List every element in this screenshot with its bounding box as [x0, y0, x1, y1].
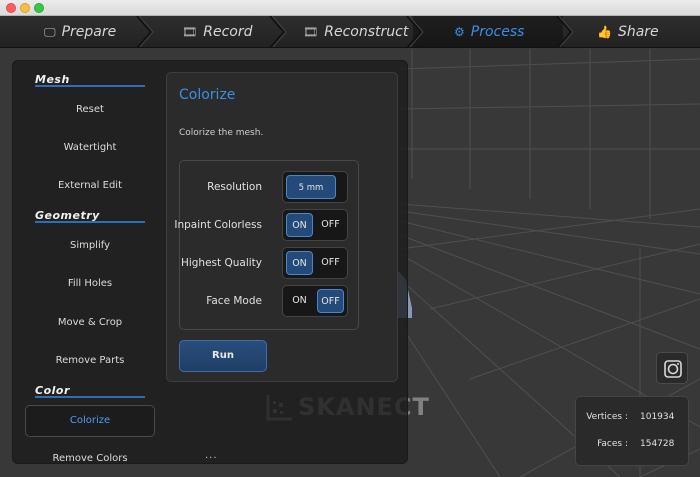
gears-icon: ⚙: [454, 25, 465, 39]
monitor-icon: 🖵: [44, 24, 56, 39]
more-items-indicator[interactable]: ···: [205, 453, 218, 464]
step-tab-label: Prepare: [61, 24, 117, 40]
toggle-off[interactable]: OFF: [317, 251, 344, 275]
resolution-value: 5 mm: [286, 175, 336, 199]
faces-value: 154728: [640, 439, 675, 449]
nav-item-move-crop[interactable]: Move & Crop: [25, 317, 155, 328]
film-icon: 🎞: [303, 25, 319, 39]
process-panel: Mesh Reset Watertight External Edit Geom…: [12, 60, 408, 464]
workflow-steps-bar: 🖵 Prepare 🎞 Record 🎞 Reconstruct ⚙ Proce…: [0, 16, 700, 48]
toggle-on[interactable]: ON: [286, 251, 313, 275]
vertices-label: Vertices :: [586, 412, 628, 422]
camera-icon: [664, 360, 682, 378]
face-mode-toggle[interactable]: ON OFF: [282, 285, 348, 317]
toggle-on[interactable]: ON: [286, 289, 313, 313]
nav-item-colorize[interactable]: Colorize: [25, 405, 155, 437]
section-divider: [35, 221, 145, 223]
colorize-panel: Colorize Colorize the mesh. Resolution 5…: [166, 72, 398, 382]
highest-quality-label: Highest Quality: [180, 257, 262, 269]
step-tab-label: Process: [470, 24, 525, 40]
mesh-stats-panel: Vertices : 101934 Faces : 154728: [575, 396, 689, 466]
step-tab-label: Reconstruct: [324, 24, 409, 40]
highest-quality-toggle[interactable]: ON OFF: [282, 247, 348, 279]
inpaint-colorless-label: Inpaint Colorless: [174, 219, 262, 231]
nav-item-remove-colors[interactable]: Remove Colors: [25, 453, 155, 464]
screenshot-button[interactable]: [656, 352, 688, 384]
section-divider: [35, 85, 145, 87]
section-divider: [35, 396, 145, 398]
step-tab-share[interactable]: 👍 Share: [597, 16, 659, 47]
window-titlebar: [0, 0, 700, 16]
toggle-off[interactable]: OFF: [317, 213, 344, 237]
nav-item-fill-holes[interactable]: Fill Holes: [25, 278, 155, 289]
process-sidebar: Mesh Reset Watertight External Edit Geom…: [13, 61, 167, 465]
nav-item-watertight[interactable]: Watertight: [25, 142, 155, 153]
step-separator: [136, 16, 154, 47]
step-tab-prepare[interactable]: 🖵 Prepare: [44, 16, 117, 47]
step-tab-record[interactable]: 🎞 Record: [182, 16, 253, 47]
run-button[interactable]: Run: [179, 340, 267, 372]
thumbs-up-icon: 👍: [597, 25, 612, 39]
zoom-window-button[interactable]: [34, 3, 44, 13]
step-tab-label: Record: [203, 24, 253, 40]
step-tab-label: Share: [617, 24, 659, 40]
vertices-value: 101934: [640, 412, 675, 422]
nav-item-simplify[interactable]: Simplify: [25, 240, 155, 251]
faces-label: Faces :: [597, 439, 628, 449]
close-window-button[interactable]: [6, 3, 16, 13]
minimize-window-button[interactable]: [20, 3, 30, 13]
panel-title: Colorize: [179, 87, 236, 103]
step-separator: [556, 16, 574, 47]
face-mode-label: Face Mode: [206, 295, 262, 307]
nav-item-external-edit[interactable]: External Edit: [25, 180, 155, 191]
step-separator: [269, 16, 287, 47]
resolution-label: Resolution: [207, 181, 262, 193]
nav-item-remove-parts[interactable]: Remove Parts: [25, 355, 155, 366]
resolution-selector[interactable]: 5 mm: [282, 171, 348, 203]
inpaint-colorless-toggle[interactable]: ON OFF: [282, 209, 348, 241]
step-tab-reconstruct[interactable]: 🎞 Reconstruct: [303, 16, 409, 47]
toggle-on[interactable]: ON: [286, 213, 313, 237]
nav-item-reset[interactable]: Reset: [25, 104, 155, 115]
film-icon: 🎞: [182, 25, 198, 39]
colorize-options: Resolution 5 mm Inpaint Colorless ON OFF…: [174, 160, 359, 330]
toggle-off[interactable]: OFF: [317, 289, 344, 313]
panel-description: Colorize the mesh.: [179, 128, 264, 138]
step-tab-process[interactable]: ⚙ Process: [454, 16, 525, 47]
